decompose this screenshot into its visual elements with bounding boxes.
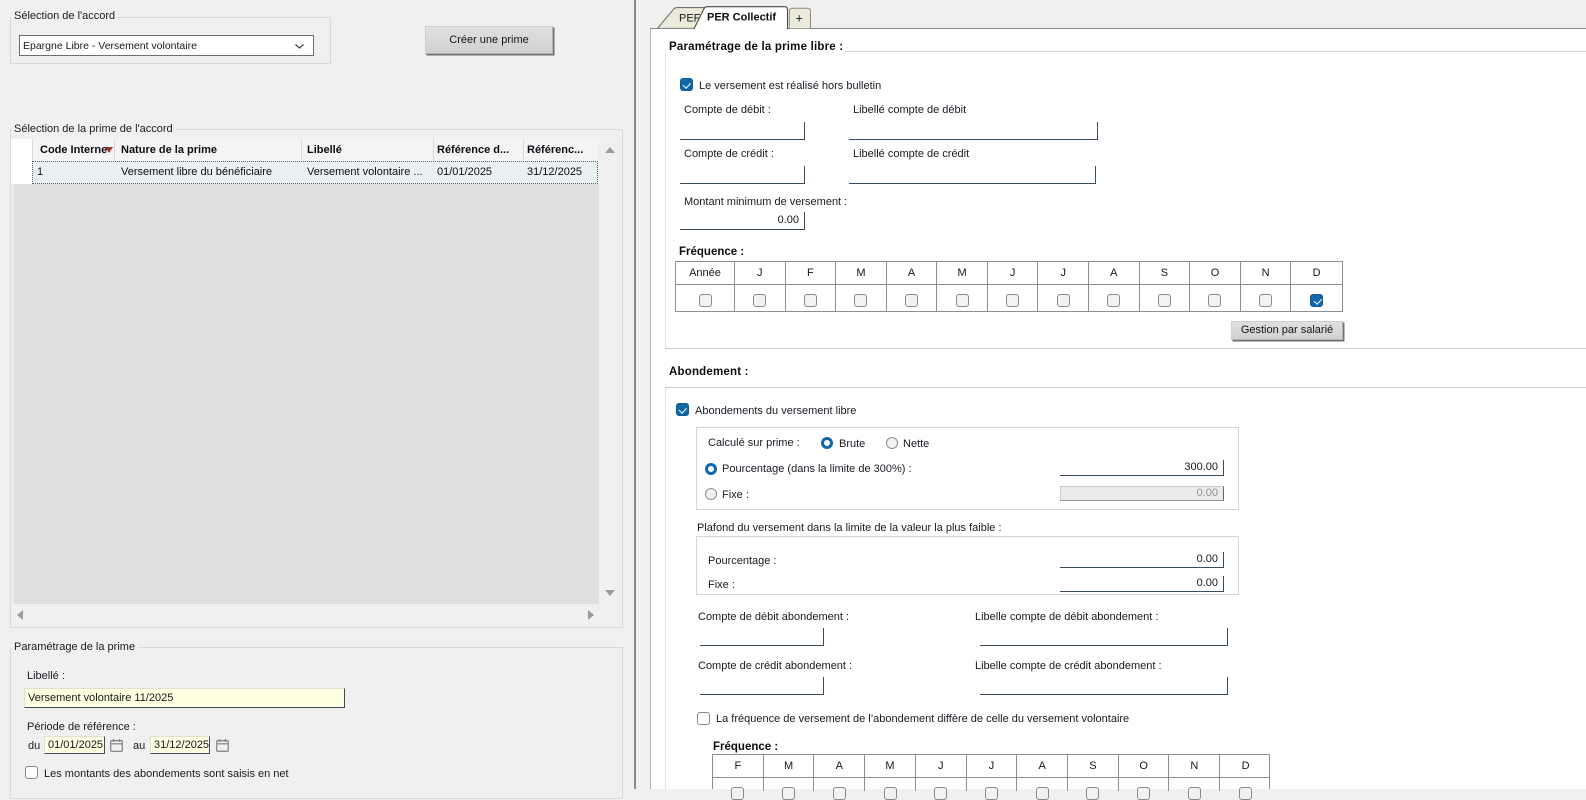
svg-text:PER Collectif: PER Collectif: [707, 12, 776, 24]
svg-text:+: +: [796, 12, 803, 26]
